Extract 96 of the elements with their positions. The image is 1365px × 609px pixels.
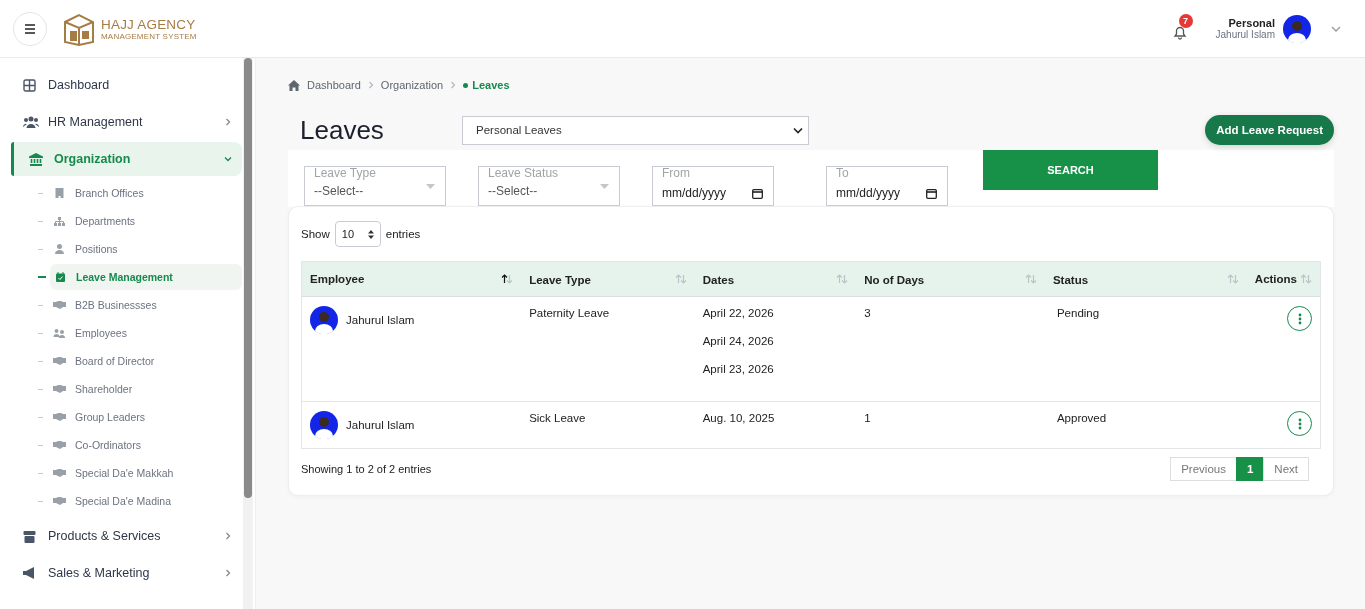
- chevron-down-icon[interactable]: [1331, 25, 1341, 32]
- filter-dropdown[interactable]: Leave Status --Select--: [478, 166, 620, 206]
- person-icon: [53, 244, 66, 254]
- page-title: Leaves: [300, 114, 385, 146]
- column-header[interactable]: Employee: [301, 261, 522, 297]
- handshake-icon: [53, 357, 66, 365]
- user-avatar[interactable]: [1283, 14, 1311, 43]
- employee-avatar: [310, 306, 338, 334]
- menu-icon: [24, 23, 36, 34]
- column-header[interactable]: No of Days: [856, 261, 1045, 297]
- entries-label: entries: [385, 228, 421, 240]
- user-role: Personal: [1228, 17, 1275, 29]
- column-header[interactable]: Leave Type: [521, 261, 695, 297]
- people-icon: [23, 116, 39, 128]
- chevron-right-icon: [450, 81, 457, 89]
- date-cell-text: April 24, 2026: [702, 335, 775, 347]
- column-header[interactable]: Dates: [694, 261, 857, 297]
- vertical-dots-icon: [1297, 312, 1302, 325]
- nav-subitem[interactable]: Group Leaders: [49, 404, 242, 430]
- nav-subitem[interactable]: B2B Businessses: [49, 292, 242, 318]
- brand-subtitle: MANAGEMENT SYSTEM: [101, 31, 197, 41]
- nav-subitem[interactable]: Shareholder: [49, 376, 242, 402]
- date-cell-text: April 22, 2026: [702, 307, 775, 319]
- column-header[interactable]: Actions: [1246, 261, 1321, 297]
- date-cell-text: Aug. 10, 2025: [702, 412, 776, 424]
- nav-item[interactable]: Organization: [11, 142, 242, 176]
- pagination-button[interactable]: Previous: [1170, 457, 1237, 481]
- more-actions-button[interactable]: [1287, 306, 1312, 331]
- kaaba-logo-icon: [61, 11, 97, 46]
- add-leave-request-button[interactable]: Add Leave Request: [1205, 115, 1334, 145]
- page-size-select[interactable]: 10: [334, 221, 381, 247]
- bank-icon: [29, 152, 43, 166]
- caret-icon: [426, 184, 435, 189]
- status-cell: Approved: [1056, 412, 1107, 424]
- nav-subitem[interactable]: Board of Director: [49, 348, 242, 374]
- calendar-icon: [752, 188, 763, 199]
- menu-button[interactable]: [13, 11, 47, 46]
- date-field[interactable]: From mm/dd/yyyy: [652, 166, 774, 206]
- date-cell-text: April 23, 2026: [702, 363, 775, 375]
- caret-icon: [600, 184, 609, 189]
- current-dot-icon: [463, 82, 469, 88]
- nav-item[interactable]: Sales & Marketing: [11, 556, 242, 590]
- handshake-icon: [53, 385, 66, 393]
- days-cell: 3: [864, 307, 871, 319]
- search-button[interactable]: SEARCH: [983, 150, 1158, 190]
- handshake-icon: [53, 497, 66, 505]
- leave-type-cell: Paternity Leave: [529, 307, 610, 319]
- vertical-dots-icon: [1297, 417, 1302, 430]
- handshake-icon: [53, 469, 66, 477]
- nav-subitem[interactable]: Departments: [49, 208, 242, 234]
- calendar-icon: [926, 188, 937, 199]
- nav-subitem[interactable]: Positions: [49, 236, 242, 262]
- people-icon: [53, 328, 66, 338]
- scrollbar[interactable]: [243, 58, 253, 609]
- nav-item[interactable]: Dashboard: [11, 68, 242, 102]
- nav-subitem[interactable]: Special Da'e Makkah: [49, 460, 242, 486]
- employee-avatar: [310, 411, 338, 439]
- breadcrumb-link[interactable]: Organization: [380, 79, 444, 91]
- grid-icon: [23, 78, 36, 92]
- sitemap-icon: [53, 216, 66, 226]
- leave-scope-dropdown[interactable]: Personal Leaves: [462, 115, 809, 145]
- handshake-icon: [53, 413, 66, 421]
- nav-item[interactable]: HR Management: [11, 105, 242, 139]
- show-label: Show: [301, 228, 330, 240]
- nav-subitem[interactable]: Special Da'e Madina: [49, 488, 242, 514]
- notification-badge: 7: [1178, 13, 1193, 28]
- up-down-caret-icon: [367, 229, 374, 239]
- leave-type-cell: Sick Leave: [529, 412, 586, 424]
- breadcrumb-link[interactable]: Dashboard: [307, 79, 361, 91]
- more-actions-button[interactable]: [1287, 411, 1312, 436]
- chevron-down-icon: [793, 126, 803, 134]
- box-icon: [23, 529, 36, 543]
- employee-name: Jahurul Islam: [346, 314, 415, 326]
- handshake-icon: [53, 441, 66, 449]
- user-name: Jahurul Islam: [1215, 29, 1275, 40]
- chevron-right-icon: [367, 81, 374, 89]
- calendar-check-icon: [54, 272, 67, 282]
- nav-subitem[interactable]: Employees: [49, 320, 242, 346]
- table-info: Showing 1 to 2 of 2 entries: [301, 463, 432, 475]
- column-header[interactable]: Status: [1044, 261, 1247, 297]
- status-cell: Pending: [1056, 307, 1100, 319]
- home-icon: [288, 79, 300, 91]
- building-icon: [53, 188, 66, 198]
- employee-name: Jahurul Islam: [346, 419, 415, 431]
- megaphone-icon: [23, 567, 37, 579]
- breadcrumb-link[interactable]: Leaves: [472, 79, 510, 91]
- filter-dropdown[interactable]: Leave Type --Select--: [304, 166, 446, 206]
- brand-title: HAJJ AGENCY: [101, 16, 197, 32]
- date-field[interactable]: To mm/dd/yyyy: [826, 166, 948, 206]
- nav-subitem[interactable]: Leave Management: [50, 264, 242, 290]
- nav-subitem[interactable]: Branch Offices: [49, 180, 242, 206]
- handshake-icon: [53, 301, 66, 309]
- nav-subitem[interactable]: Co-Ordinators: [49, 432, 242, 458]
- pagination-button[interactable]: Next: [1263, 457, 1309, 481]
- nav-item[interactable]: Products & Services: [11, 519, 242, 553]
- days-cell: 1: [864, 412, 871, 424]
